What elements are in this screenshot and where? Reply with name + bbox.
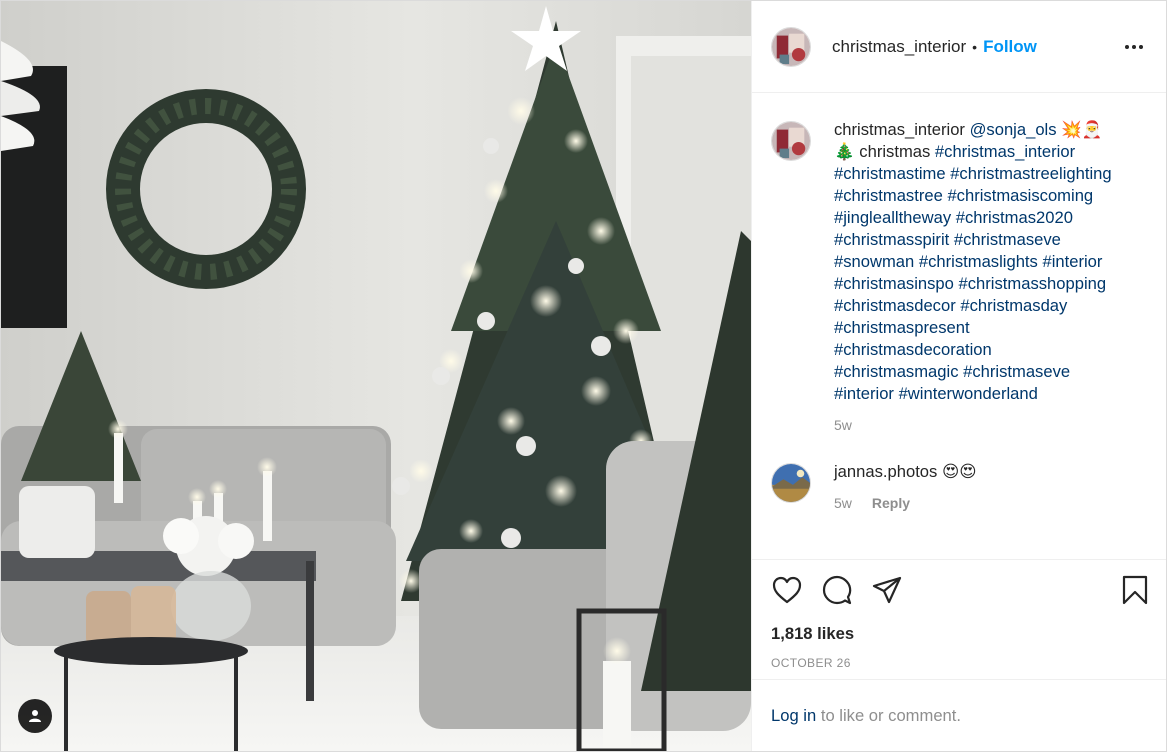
separator-dot: • [972,38,978,55]
caption-word: christmas [859,142,931,161]
hashtag[interactable]: #christmaspresent [834,318,970,337]
like-button[interactable] [771,574,803,606]
hashtag[interactable]: #interior [1042,252,1102,271]
hashtag[interactable]: #christmasspirit [834,230,949,249]
caption-body: christmas_interior @sonja_ols 💥🎅 🎄 chris… [834,119,1134,433]
hashtag[interactable]: #christmaseve [963,362,1070,381]
caption-username[interactable]: christmas_interior [834,120,965,139]
post-photo[interactable] [1,1,751,751]
comment-content: 😍😍 [941,462,977,481]
comment-button[interactable] [821,574,853,606]
share-button[interactable] [871,574,903,606]
profile-picture [772,27,810,66]
christmas-living-room-image [1,1,751,751]
likes-count[interactable]: 1,818 likes [771,624,1151,644]
more-options-button[interactable] [1122,35,1146,59]
comment-item: jannas.photos 😍😍 5w Reply [771,461,1146,511]
comment-meta: 5w Reply [834,495,1134,511]
hashtag[interactable]: #christmasday [960,296,1067,315]
profile-picture [772,122,810,160]
hashtag[interactable]: #christmasdecoration [834,340,992,359]
comment-body: jannas.photos 😍😍 5w Reply [834,461,1134,511]
comments-section: christmas_interior @sonja_ols 💥🎅 🎄 chris… [752,93,1166,559]
profile-picture [772,464,810,502]
avatar[interactable] [771,26,811,67]
post-date[interactable]: OCTOBER 26 [771,656,1151,670]
action-icons [771,573,1151,607]
post-actions: 1,818 likes OCTOBER 26 [752,559,1166,679]
hashtag[interactable]: #winterwonderland [899,384,1038,403]
post-author-username[interactable]: christmas_interior [832,37,966,57]
reply-button[interactable]: Reply [872,495,910,511]
hashtag[interactable]: #christmaseve [954,230,1061,249]
tagged-user-button[interactable] [18,699,52,733]
comment-timestamp[interactable]: 5w [834,495,852,511]
hashtag[interactable]: #christmasiscoming [947,186,1093,205]
hashtag[interactable]: #christmasinspo [834,274,954,293]
login-prompt-text: to like or comment. [816,705,962,725]
heart-icon [772,576,802,604]
hashtag[interactable]: #christmastreelighting [950,164,1111,183]
comment-text: jannas.photos 😍😍 [834,461,1134,483]
hashtag[interactable]: #christmasshopping [959,274,1107,293]
caption-mention[interactable]: @sonja_ols [970,120,1057,139]
hashtag[interactable]: #christmastree [834,186,943,205]
comment-icon [822,575,852,605]
caption-text: christmas_interior @sonja_ols 💥🎅 🎄 chris… [834,119,1134,405]
hashtag[interactable]: #interior [834,384,894,403]
more-horizontal-icon [1125,44,1143,49]
hashtag[interactable]: #snowman [834,252,914,271]
caption-meta: 5w [834,417,1134,433]
hashtag[interactable]: #christmas_interior [935,142,1075,161]
hashtag[interactable]: #christmastime [834,164,946,183]
save-button[interactable] [1119,574,1151,606]
follow-button[interactable]: Follow [983,37,1037,57]
user-icon [29,710,41,722]
paper-plane-icon [872,576,902,604]
avatar[interactable] [771,121,811,161]
hashtag[interactable]: #christmasdecor [834,296,956,315]
bookmark-icon [1122,575,1148,605]
hashtag[interactable]: #christmasmagic [834,362,959,381]
hashtag[interactable]: #christmaslights [919,252,1038,271]
comment-username[interactable]: jannas.photos [834,462,937,481]
post-header: christmas_interior • Follow [752,1,1166,93]
hashtag[interactable]: #jinglealltheway [834,208,951,227]
login-link[interactable]: Log in [771,706,816,726]
avatar[interactable] [771,463,811,503]
caption: christmas_interior @sonja_ols 💥🎅 🎄 chris… [771,119,1146,433]
caption-timestamp[interactable]: 5w [834,417,852,433]
post-side-panel: christmas_interior • Follow christmas_in… [751,1,1166,751]
hashtag[interactable]: #christmas2020 [956,208,1073,227]
caption-emoji: 💥🎅 [1061,120,1103,139]
tree-emoji: 🎄 [834,142,855,161]
instagram-post: christmas_interior • Follow christmas_in… [0,0,1167,752]
login-prompt: Log in to like or comment. [752,679,1166,751]
